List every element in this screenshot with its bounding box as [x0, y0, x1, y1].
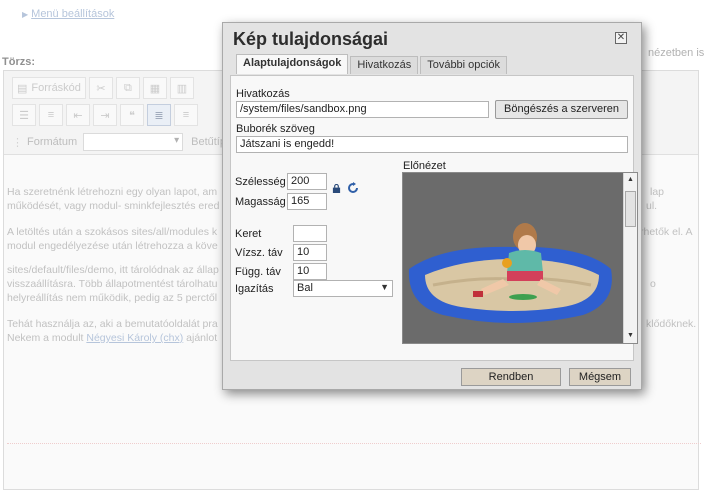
- dialog-body: Hivatkozás /system/files/sandbox.png Bön…: [230, 75, 638, 361]
- border-input[interactable]: [293, 225, 327, 242]
- height-label: Magasság: [235, 196, 286, 208]
- alt-text-label: Buborék szöveg: [236, 123, 315, 135]
- hspace-label: Vízsz. táv: [235, 247, 283, 259]
- url-input[interactable]: /system/files/sandbox.png: [236, 101, 489, 118]
- reset-size-icon[interactable]: [347, 182, 359, 194]
- vspace-label: Függ. táv: [235, 266, 281, 278]
- vspace-input[interactable]: 10: [293, 263, 327, 280]
- hspace-input[interactable]: 10: [293, 244, 327, 261]
- dropdown-arrow-icon: ▼: [380, 282, 389, 292]
- width-label: Szélesség: [235, 176, 286, 188]
- sandbox-image: [403, 173, 623, 343]
- scroll-up-icon[interactable]: ▲: [624, 173, 637, 187]
- lock-icon[interactable]: [332, 184, 341, 193]
- preview-label: Előnézet: [403, 160, 446, 172]
- width-input[interactable]: 200: [287, 173, 327, 190]
- height-input[interactable]: 165: [287, 193, 327, 210]
- align-select[interactable]: Bal ▼: [293, 280, 393, 297]
- align-label: Igazítás: [235, 283, 274, 295]
- close-icon[interactable]: ✕: [615, 32, 627, 44]
- border-label: Keret: [235, 228, 262, 240]
- tab-link[interactable]: Hivatkozás: [350, 56, 419, 74]
- preview-scrollbar[interactable]: ▲ ▼: [623, 173, 637, 343]
- scroll-down-icon[interactable]: ▼: [624, 329, 637, 343]
- ok-button[interactable]: Rendben: [461, 368, 561, 386]
- tab-more-options[interactable]: További opciók: [420, 56, 507, 74]
- align-selected-value: Bal: [297, 282, 313, 294]
- cancel-button[interactable]: Mégsem: [569, 368, 631, 386]
- image-preview: ▲ ▼: [402, 172, 638, 344]
- scrollbar-thumb[interactable]: [625, 191, 636, 227]
- tab-basic-properties[interactable]: Alaptulajdonságok: [236, 54, 349, 74]
- dialog-tabs: Alaptulajdonságok Hivatkozás További opc…: [236, 54, 509, 74]
- alt-text-input[interactable]: Játszani is engedd!: [236, 136, 628, 153]
- browse-server-button[interactable]: Böngészés a szerveren: [495, 100, 628, 119]
- url-label: Hivatkozás: [236, 88, 290, 100]
- dialog-title: Kép tulajdonságai: [233, 29, 389, 49]
- image-properties-dialog: Kép tulajdonságai ✕ Alaptulajdonságok Hi…: [222, 22, 642, 390]
